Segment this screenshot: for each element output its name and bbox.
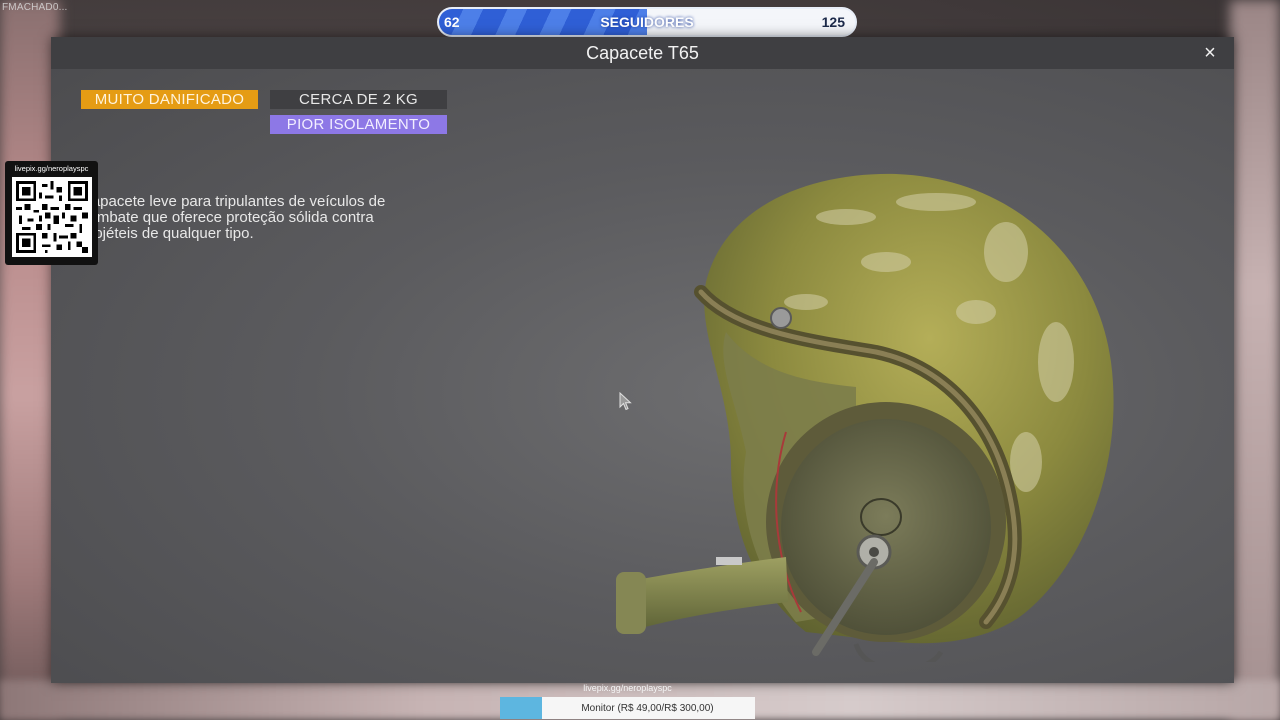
- item-title: Capacete T65: [586, 42, 699, 63]
- condition-tag: MUITO DANIFICADO: [81, 90, 258, 109]
- helmet-model[interactable]: [556, 132, 1116, 662]
- qr-code-icon: [11, 177, 92, 257]
- monitor-progress-fill: [500, 697, 542, 719]
- item-description: Capacete leve para tripulantes de veícul…: [81, 193, 386, 242]
- qr-url: livepix.gg/neroplayspc: [14, 164, 89, 173]
- donation-monitor-bar: Monitor (R$ 49,00/R$ 300,00): [500, 697, 755, 719]
- monitor-url: livepix.gg/neroplayspc: [583, 683, 672, 693]
- panel-header: Capacete T65 ×: [51, 37, 1234, 69]
- streamer-tag: FMACHAD0...: [2, 2, 68, 13]
- close-button[interactable]: ×: [1198, 41, 1222, 65]
- followers-label: SEGUIDORES: [600, 14, 694, 30]
- insulation-tag: PIOR ISOLAMENTO: [270, 115, 447, 134]
- followers-goal: 125: [821, 14, 845, 30]
- livepix-qr-box: livepix.gg/neroplayspc: [5, 161, 98, 265]
- monitor-text: Monitor (R$ 49,00/R$ 300,00): [581, 702, 714, 714]
- weight-tag: CERCA DE 2 KG: [270, 90, 447, 109]
- followers-goal-bar: 62 SEGUIDORES 125: [437, 7, 857, 37]
- item-inspect-panel: Capacete T65 × MUITO DANIFICADO CERCA DE…: [51, 37, 1234, 683]
- mouse-cursor-icon: [619, 392, 632, 411]
- stream-background-right: [1230, 0, 1280, 720]
